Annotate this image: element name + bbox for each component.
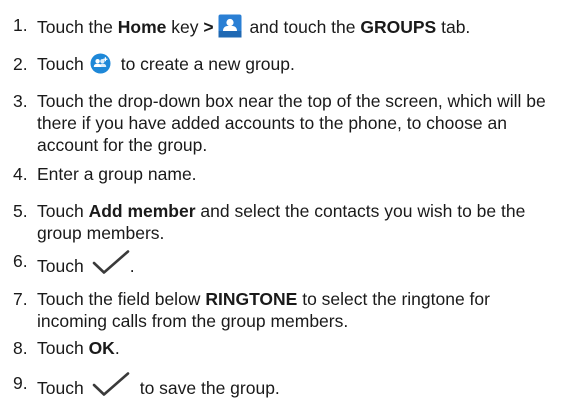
step-text-part: to save the group. xyxy=(139,378,280,398)
step-text-part: . xyxy=(114,338,120,358)
ringtone-label: RINGTONE xyxy=(205,289,298,309)
step-number: 2. xyxy=(13,54,28,74)
step-text-part: Touch xyxy=(37,54,84,74)
groups-tab-label: GROUPS xyxy=(360,17,437,37)
step-text: Touch the drop-down box near the top of … xyxy=(37,91,546,155)
contacts-app-icon xyxy=(218,14,242,38)
step-text: Touch Add member and select the contacts… xyxy=(37,200,558,244)
step-number: 5. xyxy=(13,201,28,221)
step-text: Touch to save the group. xyxy=(37,372,558,399)
ok-label: OK xyxy=(88,338,115,358)
add-group-icon xyxy=(90,53,111,74)
step-number: 6. xyxy=(13,251,28,271)
step-text: Touch to create a new group. xyxy=(37,53,558,75)
step-number: 4. xyxy=(13,164,28,184)
step-number: 1. xyxy=(13,15,28,35)
step-arrow: > xyxy=(203,17,214,37)
step-number: 3. xyxy=(13,91,28,111)
step-number: 7. xyxy=(13,289,28,309)
step-text-part: and touch the xyxy=(244,17,361,37)
step-text: Touch . xyxy=(37,250,558,277)
step-text-part: Touch xyxy=(37,338,89,358)
step-text-part: . xyxy=(129,256,135,276)
step-text-part: Touch xyxy=(37,201,89,221)
checkmark-icon xyxy=(92,372,130,396)
step-number: 9. xyxy=(13,373,28,393)
step-text: Enter a group name. xyxy=(37,164,197,184)
step-text-part: Touch xyxy=(37,378,84,398)
step-number: 8. xyxy=(13,338,28,358)
step-text: Touch the field below RINGTONE to select… xyxy=(37,288,558,332)
step-text-part: to create a new group. xyxy=(120,54,295,74)
checkmark-icon xyxy=(92,250,130,274)
add-member-label: Add member xyxy=(88,201,196,221)
step-text-part: Touch the field below xyxy=(37,289,206,309)
home-key-label: Home xyxy=(117,17,167,37)
step-text: Touch OK. xyxy=(37,337,558,359)
step-text: Touch the Home key > and touch the GROUP… xyxy=(37,14,558,38)
step-text-part: Touch the xyxy=(37,17,118,37)
step-text-part: Touch xyxy=(37,256,84,276)
step-text-part: key xyxy=(166,17,204,37)
step-text-part: tab. xyxy=(436,17,471,37)
